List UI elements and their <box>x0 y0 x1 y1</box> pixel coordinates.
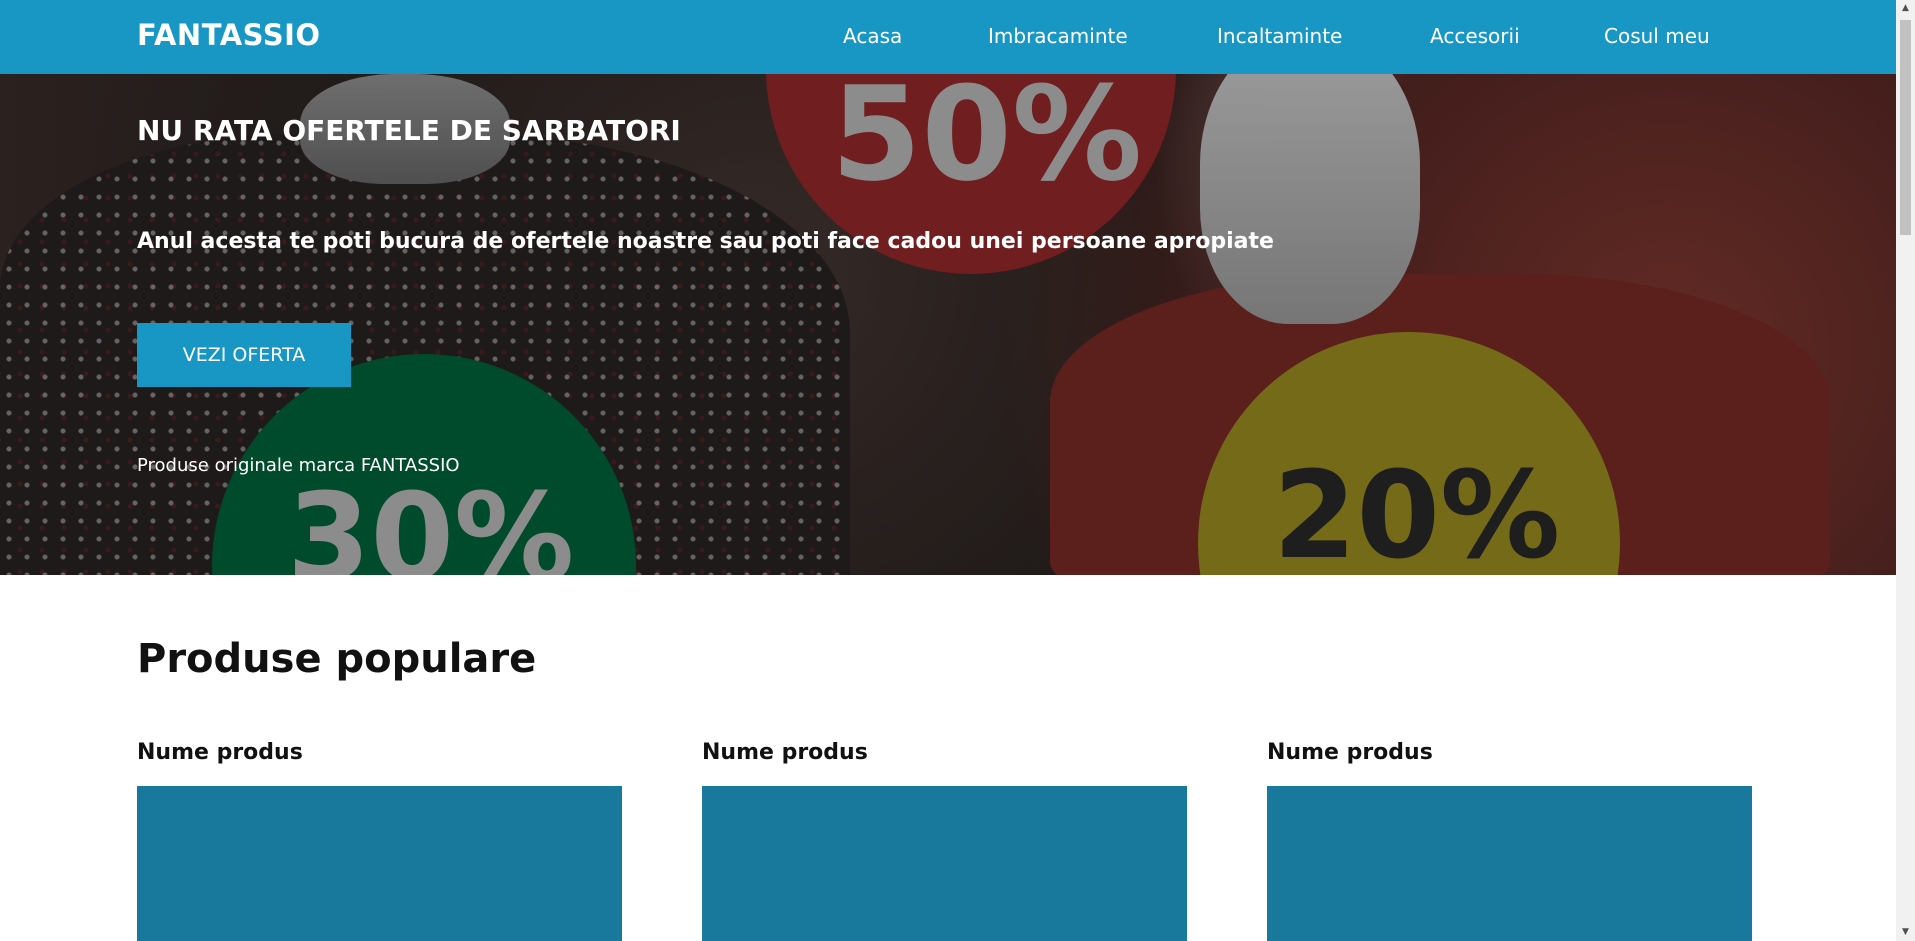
popular-products-title: Produse populare <box>137 636 537 682</box>
hero-footnote: Produse originale marca FANTASSIO <box>137 455 460 476</box>
vertical-scrollbar[interactable]: ▲ ▼ <box>1896 0 1915 941</box>
brand-logo[interactable]: FANTASSIO <box>137 18 321 52</box>
navbar: FANTASSIO Acasa Imbracaminte Incaltamint… <box>0 0 1896 74</box>
product-card[interactable]: Nume produs <box>702 740 1187 941</box>
nav-link-accesorii[interactable]: Accesorii <box>1430 24 1520 48</box>
hero-banner: 50% 30% 20% NU RATA OFERTELE DE SARBATOR… <box>0 74 1896 575</box>
product-name[interactable]: Nume produs <box>702 740 1187 786</box>
scroll-down-arrow-icon[interactable]: ▼ <box>1896 924 1915 941</box>
nav-link-acasa[interactable]: Acasa <box>843 24 902 48</box>
product-name[interactable]: Nume produs <box>137 740 622 786</box>
hero-subtitle: Anul acesta te poti bucura de ofertele n… <box>137 229 1274 254</box>
hero-title: NU RATA OFERTELE DE SARBATORI <box>137 114 681 147</box>
nav-link-incaltaminte[interactable]: Incaltaminte <box>1217 24 1342 48</box>
product-image[interactable] <box>1267 786 1752 941</box>
product-image[interactable] <box>702 786 1187 941</box>
product-card[interactable]: Nume produs <box>137 740 622 941</box>
vezi-oferta-button[interactable]: VEZI OFERTA <box>137 323 351 387</box>
scroll-up-arrow-icon[interactable]: ▲ <box>1896 0 1915 17</box>
scrollbar-thumb[interactable] <box>1900 20 1911 235</box>
product-card[interactable]: Nume produs <box>1267 740 1752 941</box>
product-image[interactable] <box>137 786 622 941</box>
product-name[interactable]: Nume produs <box>1267 740 1752 786</box>
page: FANTASSIO Acasa Imbracaminte Incaltamint… <box>0 0 1896 941</box>
nav-link-imbracaminte[interactable]: Imbracaminte <box>988 24 1128 48</box>
nav-link-cosul-meu[interactable]: Cosul meu <box>1604 24 1710 48</box>
